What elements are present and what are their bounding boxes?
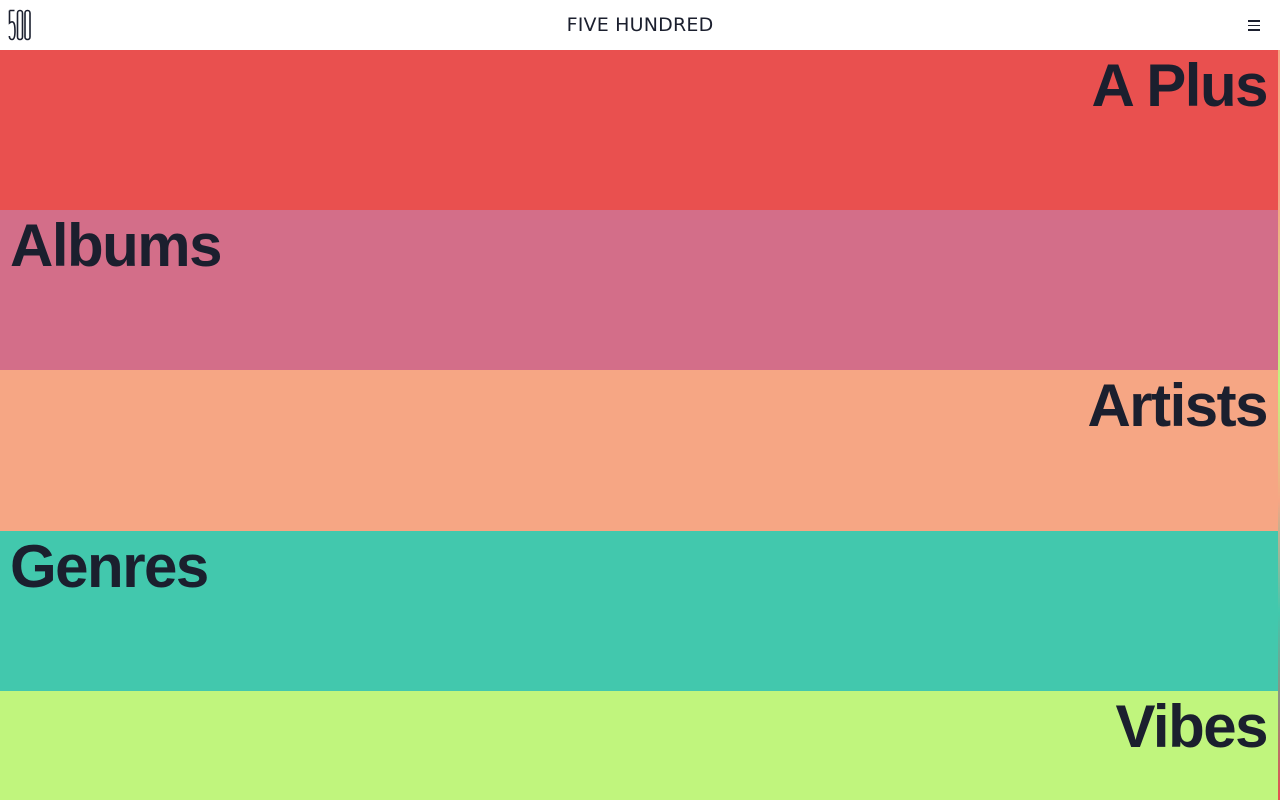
section-label: Artists: [1087, 372, 1268, 439]
section-artists[interactable]: Artists: [0, 370, 1278, 531]
section-a-plus[interactable]: A Plus: [0, 50, 1278, 211]
site-header: FIVE HUNDRED: [0, 0, 1280, 50]
site-title: FIVE HUNDRED: [566, 14, 714, 36]
section-label: Genres: [10, 533, 209, 600]
logo-500-icon[interactable]: [8, 9, 32, 41]
section-label: A Plus: [1091, 52, 1269, 119]
section-vibes[interactable]: Vibes: [0, 691, 1278, 800]
section-genres[interactable]: Genres: [0, 531, 1278, 692]
section-label: Albums: [10, 212, 223, 279]
section-albums[interactable]: Albums: [0, 210, 1278, 371]
category-sections: A Plus Albums Artists Genres Vibes: [0, 50, 1280, 800]
hamburger-menu-icon[interactable]: [1248, 17, 1262, 33]
section-label: Vibes: [1115, 693, 1269, 760]
